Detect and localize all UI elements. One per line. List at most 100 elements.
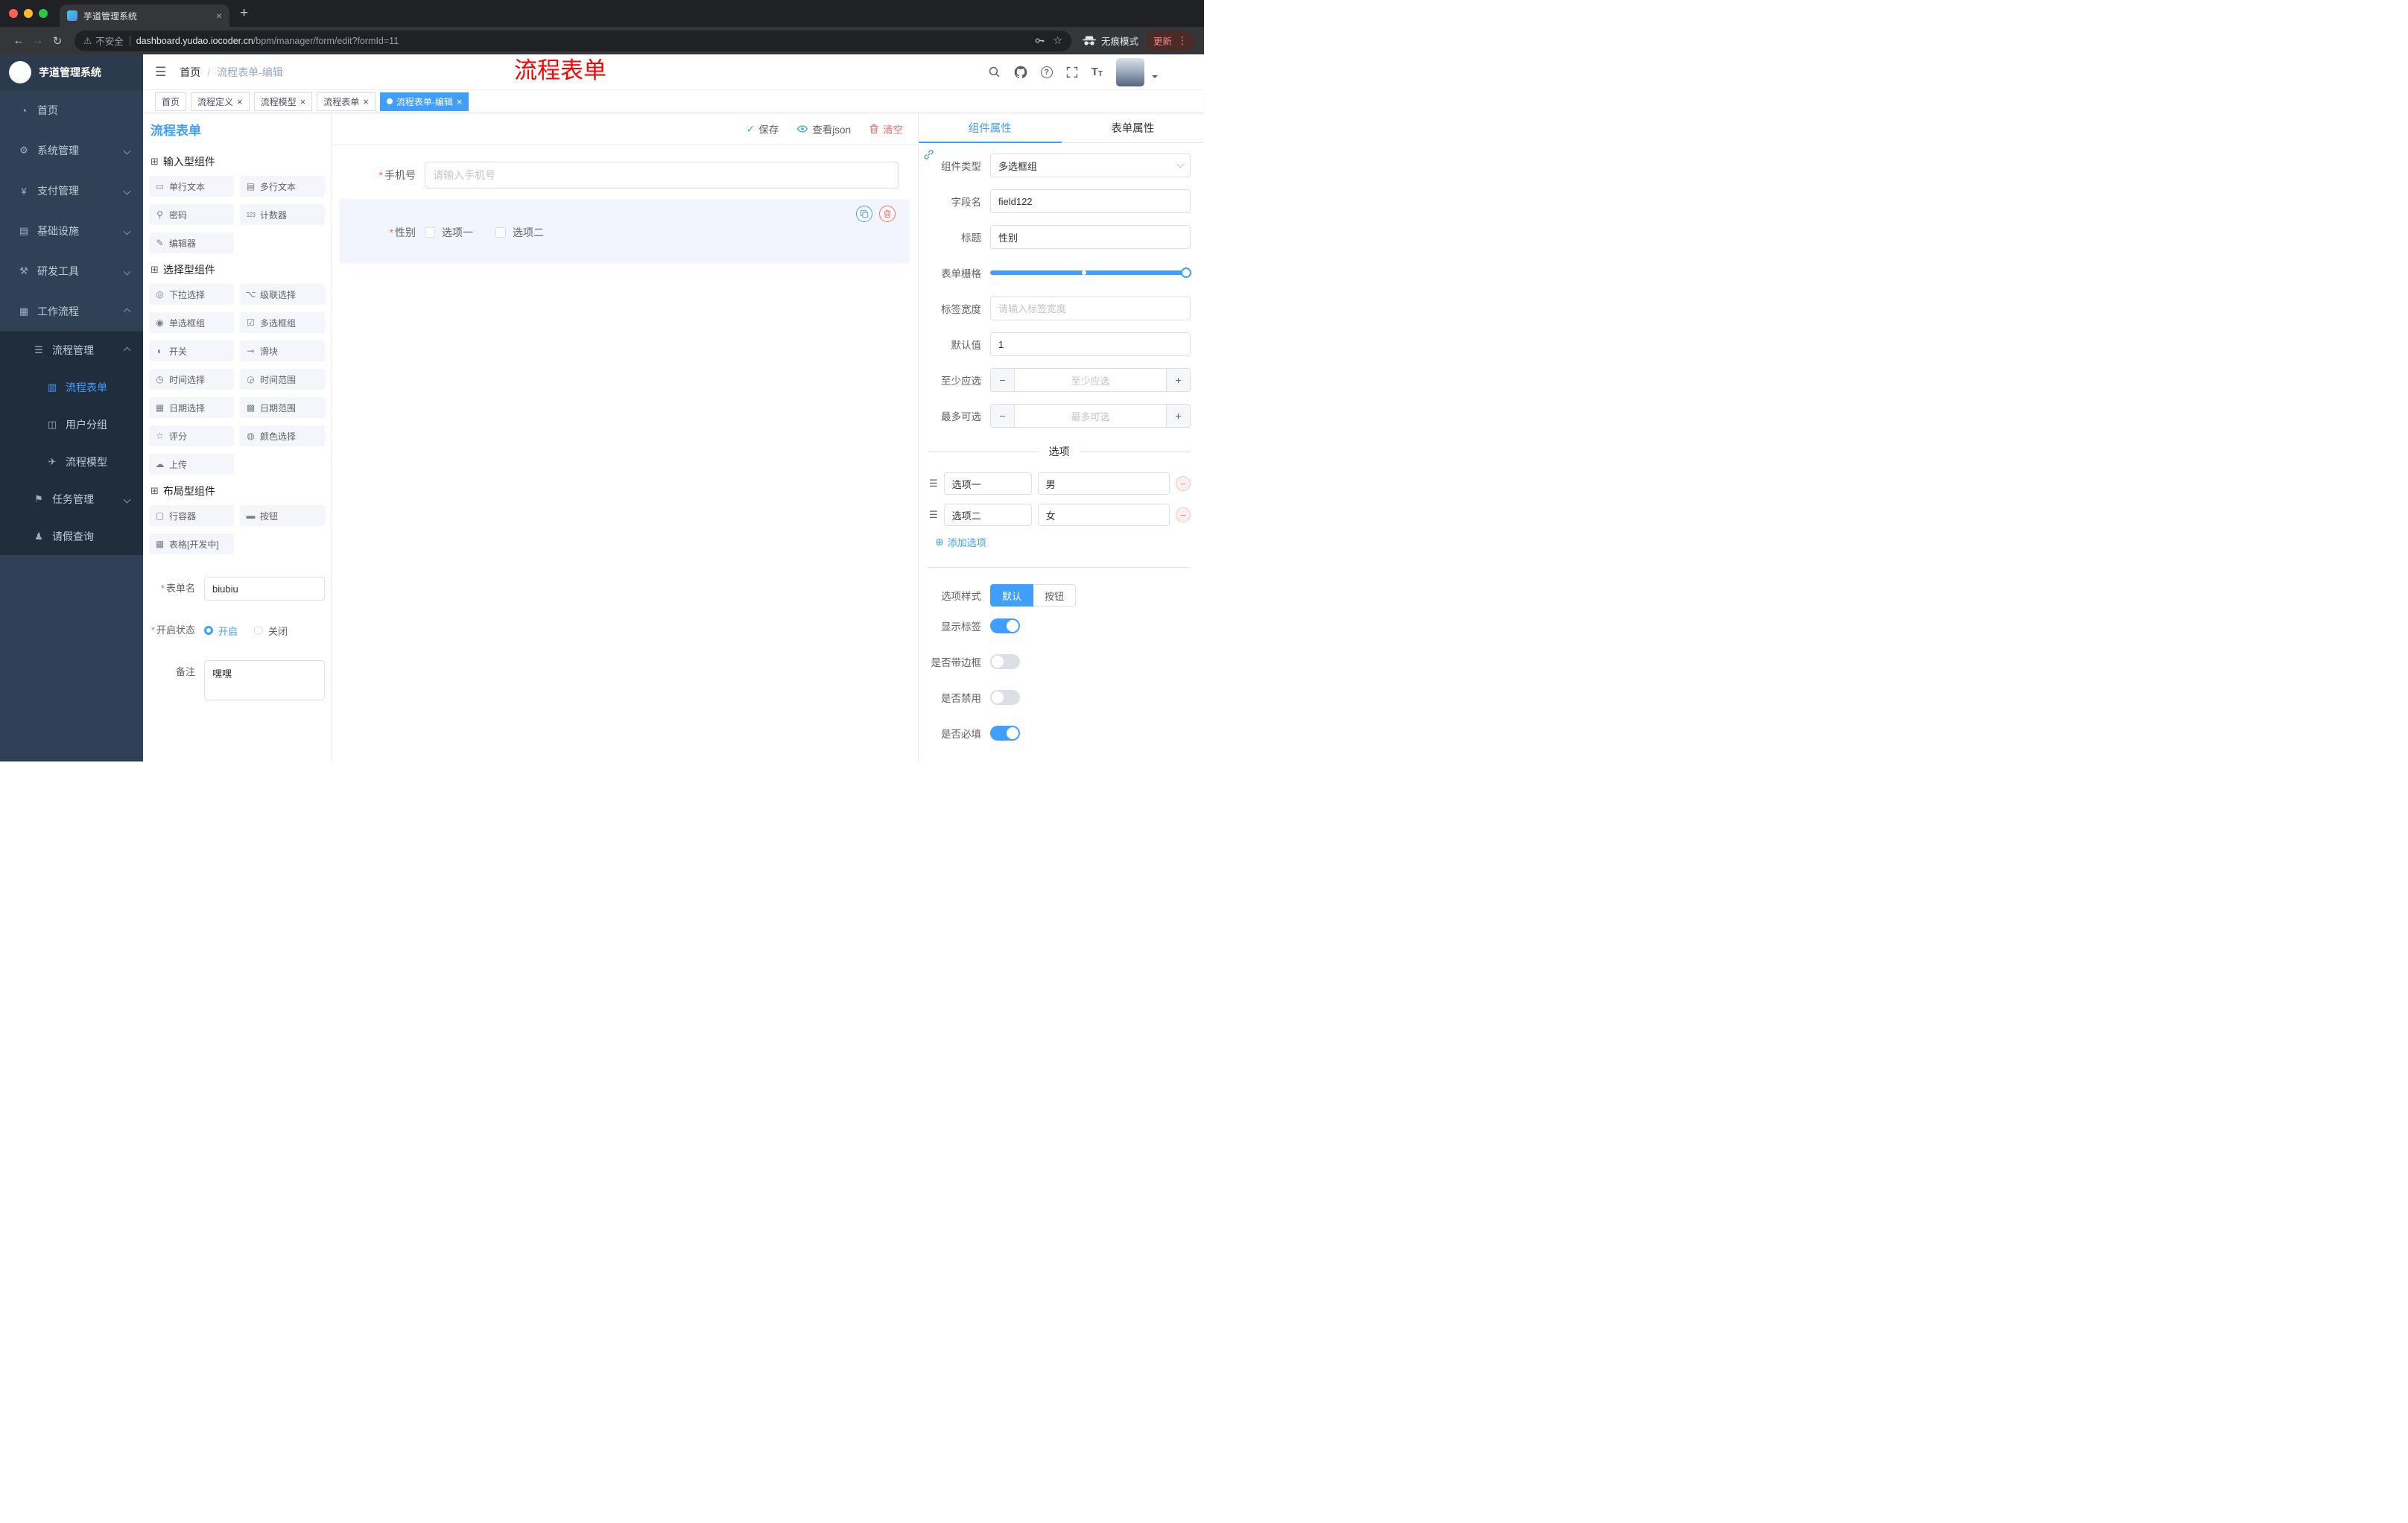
delete-field-button[interactable] bbox=[879, 206, 896, 222]
border-switch[interactable] bbox=[990, 654, 1020, 669]
palette-item-date-range[interactable]: ▩ 日期范围 bbox=[240, 397, 325, 418]
browser-tab[interactable]: 芋道管理系统 × bbox=[60, 4, 229, 27]
bookmark-star-icon[interactable]: ☆ bbox=[1053, 34, 1062, 47]
palette-item-time-picker[interactable]: ◷ 时间选择 bbox=[149, 369, 234, 390]
palette-item-counter[interactable]: 123 计数器 bbox=[240, 204, 325, 225]
sidebar-collapse-icon[interactable]: ☰ bbox=[155, 65, 166, 80]
status-radio-on[interactable]: 开启 bbox=[204, 624, 238, 638]
tag-home[interactable]: 首页 bbox=[155, 92, 187, 111]
field-name-input[interactable] bbox=[990, 189, 1191, 213]
grid-slider[interactable] bbox=[990, 261, 1191, 285]
tag-close-icon[interactable]: × bbox=[457, 97, 463, 107]
option-2-value-input[interactable] bbox=[1037, 504, 1170, 526]
sidebar-item-system[interactable]: ⚙ 系统管理 bbox=[0, 130, 143, 171]
remove-option-button[interactable]: − bbox=[1176, 476, 1191, 491]
new-tab-button[interactable]: + bbox=[240, 5, 248, 22]
tag-close-icon[interactable]: × bbox=[363, 97, 369, 107]
tag-process-form[interactable]: 流程表单 × bbox=[317, 92, 376, 111]
forward-button[interactable]: → bbox=[28, 34, 48, 47]
back-button[interactable]: ← bbox=[9, 34, 28, 47]
option-1-name-input[interactable] bbox=[943, 472, 1032, 495]
copy-field-button[interactable] bbox=[856, 206, 872, 222]
palette-item-slider[interactable]: ⊸ 滑块 bbox=[240, 341, 325, 361]
palette-item-select[interactable]: ◎ 下拉选择 bbox=[149, 284, 234, 305]
form-name-input[interactable] bbox=[204, 577, 325, 601]
font-size-icon[interactable]: TT bbox=[1091, 66, 1103, 78]
option-2-name-input[interactable] bbox=[943, 504, 1032, 526]
window-zoom-button[interactable] bbox=[39, 9, 48, 18]
palette-item-row-container[interactable]: ▢ 行容器 bbox=[149, 505, 234, 526]
tag-process-definition[interactable]: 流程定义 × bbox=[191, 92, 250, 111]
max-select-placeholder[interactable]: 最多可选 bbox=[1015, 405, 1166, 427]
disabled-switch[interactable] bbox=[990, 690, 1020, 705]
canvas-field-gender[interactable]: * 性别 选项一 选项二 bbox=[339, 199, 910, 264]
palette-item-switch[interactable]: ◐ 开关 bbox=[149, 341, 234, 361]
add-option-button[interactable]: ⊕ 添加选项 bbox=[935, 535, 1191, 549]
label-width-input[interactable] bbox=[990, 297, 1191, 320]
show-label-switch[interactable] bbox=[990, 618, 1020, 633]
required-switch[interactable] bbox=[990, 726, 1020, 741]
palette-item-radio-group[interactable]: ◉ 单选框组 bbox=[149, 312, 234, 333]
window-minimize-button[interactable] bbox=[24, 9, 33, 18]
remove-option-button[interactable]: − bbox=[1176, 507, 1191, 522]
sidebar-item-devtools[interactable]: ⚒ 研发工具 bbox=[0, 251, 143, 291]
sidebar-item-user-group[interactable]: ◫ 用户分组 bbox=[0, 406, 143, 443]
canvas-field-phone[interactable]: * 手机号 bbox=[339, 156, 910, 194]
sidebar-item-leave-query[interactable]: ♟ 请假查询 bbox=[0, 518, 143, 555]
address-bar[interactable]: ⚠ 不安全 dashboard.yudao.iocoder.cn /bpm/ma… bbox=[75, 30, 1071, 51]
site-security-indicator[interactable]: ⚠ 不安全 bbox=[83, 34, 124, 48]
browser-update-chip[interactable]: 更新 ⋮ bbox=[1145, 31, 1195, 51]
palette-item-date-picker[interactable]: ▦ 日期选择 bbox=[149, 397, 234, 418]
palette-item-table[interactable]: ▦ 表格[开发中] bbox=[149, 533, 234, 554]
drag-handle-icon[interactable]: ☰ bbox=[929, 478, 938, 490]
sidebar-item-task-management[interactable]: ⚑ 任务管理 bbox=[0, 481, 143, 518]
save-button[interactable]: ✓ 保存 bbox=[747, 121, 779, 136]
link-icon[interactable] bbox=[921, 147, 936, 162]
slider-handle[interactable] bbox=[1181, 267, 1191, 278]
increase-button[interactable]: + bbox=[1166, 369, 1190, 391]
default-value-input[interactable] bbox=[990, 332, 1191, 356]
sidebar-item-process-form[interactable]: ▥ 流程表单 bbox=[0, 369, 143, 406]
palette-item-color-picker[interactable]: ◍ 颜色选择 bbox=[240, 425, 325, 446]
avatar-caret-icon[interactable] bbox=[1152, 75, 1158, 81]
breadcrumb-home[interactable]: 首页 bbox=[180, 65, 200, 80]
sidebar-item-infrastructure[interactable]: ▤ 基础设施 bbox=[0, 211, 143, 251]
tab-component-properties[interactable]: 组件属性 bbox=[919, 113, 1062, 143]
tag-process-form-edit[interactable]: 流程表单-编辑 × bbox=[379, 92, 469, 111]
component-type-select[interactable] bbox=[990, 153, 1191, 177]
min-select-placeholder[interactable]: 至少应选 bbox=[1015, 369, 1166, 391]
form-remark-textarea[interactable]: 嘿嘿 bbox=[204, 660, 325, 700]
user-avatar[interactable] bbox=[1116, 57, 1144, 86]
slider-track[interactable] bbox=[990, 270, 1191, 275]
window-close-button[interactable] bbox=[9, 9, 18, 18]
gender-option-1-checkbox[interactable]: 选项一 bbox=[425, 225, 473, 240]
palette-item-multi-line-text[interactable]: ▤ 多行文本 bbox=[240, 176, 325, 197]
increase-button[interactable]: + bbox=[1166, 405, 1190, 427]
clear-button[interactable]: 清空 bbox=[869, 121, 903, 136]
help-icon[interactable]: ? bbox=[1040, 66, 1053, 78]
decrease-button[interactable]: − bbox=[991, 369, 1015, 391]
phone-input[interactable] bbox=[425, 162, 899, 189]
form-canvas[interactable]: * 手机号 请输入手机号 * 性别 选项一 选项二 bbox=[332, 145, 918, 762]
style-default-button[interactable]: 默认 bbox=[990, 584, 1034, 607]
palette-item-single-line-text[interactable]: ▭ 单行文本 bbox=[149, 176, 234, 197]
palette-item-checkbox-group[interactable]: ☑ 多选框组 bbox=[240, 312, 325, 333]
search-icon[interactable] bbox=[988, 66, 1001, 78]
palette-item-cascader[interactable]: ⌥ 级联选择 bbox=[240, 284, 325, 305]
tag-close-icon[interactable]: × bbox=[300, 97, 306, 107]
drag-handle-icon[interactable]: ☰ bbox=[929, 509, 938, 521]
password-key-icon[interactable] bbox=[1034, 35, 1045, 46]
sidebar-item-payment[interactable]: ¥ 支付管理 bbox=[0, 171, 143, 211]
reload-button[interactable]: ↻ bbox=[48, 34, 67, 48]
sidebar-item-process-model[interactable]: ✈ 流程模型 bbox=[0, 443, 143, 481]
tab-close-icon[interactable]: × bbox=[216, 10, 222, 22]
option-1-value-input[interactable] bbox=[1037, 472, 1170, 495]
tag-process-model[interactable]: 流程模型 × bbox=[253, 92, 313, 111]
component-type-value[interactable] bbox=[990, 153, 1191, 177]
palette-item-rate[interactable]: ☆ 评分 bbox=[149, 425, 234, 446]
palette-item-button[interactable]: ▬ 按钮 bbox=[240, 505, 325, 526]
view-json-button[interactable]: 查看json bbox=[796, 121, 851, 136]
fullscreen-icon[interactable] bbox=[1066, 66, 1078, 78]
tab-form-properties[interactable]: 表单属性 bbox=[1062, 113, 1205, 142]
browser-menu-icon[interactable]: ⋮ bbox=[1177, 34, 1188, 47]
